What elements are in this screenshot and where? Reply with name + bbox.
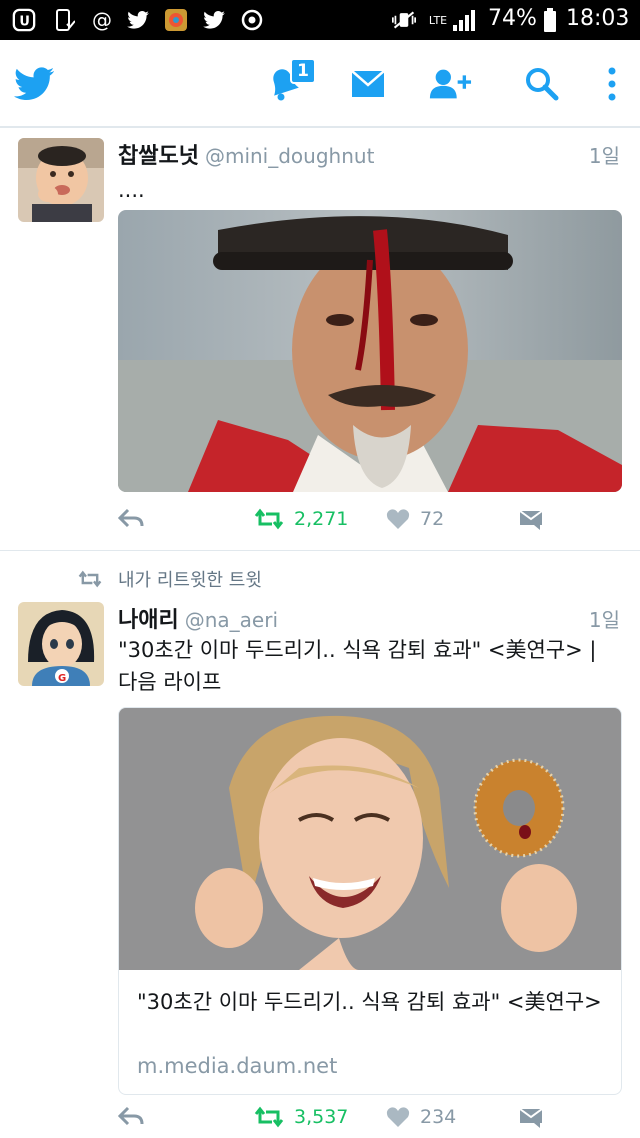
tweet-text: "30초간 이마 두드리기.. 식욕 감퇴 효과" <美연구> | 다음 라이프 xyxy=(118,638,597,694)
retweet-count: 3,537 xyxy=(294,1106,349,1128)
clock: 18:03 xyxy=(566,6,630,31)
app-colorful-icon xyxy=(164,8,188,32)
add-user-icon[interactable] xyxy=(428,62,472,106)
search-icon[interactable] xyxy=(520,62,564,106)
direct-message-icon[interactable] xyxy=(518,508,544,530)
tweet-2[interactable]: 내가 리트윗한 트윗 G 나애리 @na_aeri 1일 "30초간 이마 두드리… xyxy=(0,552,640,1138)
phone-notification-icon xyxy=(52,8,76,32)
like-count: 234 xyxy=(420,1106,457,1128)
twitter-notify-icon-2 xyxy=(202,8,226,32)
at-icon: @ xyxy=(92,8,112,32)
card-title: "30초간 이마 두드리기.. 식욕 감퇴 효과" <美연구> xyxy=(137,990,602,1014)
tweet-media-image[interactable] xyxy=(118,210,622,492)
twitter-notify-icon xyxy=(126,8,150,32)
notification-badge: 1 xyxy=(290,58,316,84)
tweet-1[interactable]: 찹쌀도넛 @mini_doughnut 1일 .... 2,271 72 xyxy=(0,130,640,550)
heart-icon xyxy=(386,1107,410,1127)
messages-envelope-icon[interactable] xyxy=(346,62,390,106)
like-button[interactable]: 234 xyxy=(386,1106,456,1128)
like-button[interactable]: 72 xyxy=(386,508,444,530)
tweet-time: 1일 xyxy=(588,608,620,632)
tweet-divider xyxy=(0,550,640,551)
uplus-icon: U xyxy=(12,8,36,32)
svg-text:U: U xyxy=(19,15,29,30)
card-url: m.media.daum.net xyxy=(137,1054,338,1078)
retweet-icon xyxy=(254,508,284,530)
card-image xyxy=(119,708,621,970)
app-bar: 1 xyxy=(0,40,640,128)
heart-icon xyxy=(386,509,410,529)
tweet-author[interactable]: 찹쌀도넛 @mini_doughnut xyxy=(118,138,374,170)
retweet-small-icon xyxy=(78,570,102,588)
avatar[interactable]: G xyxy=(18,602,104,686)
svg-text:G: G xyxy=(58,673,66,684)
avatar[interactable] xyxy=(18,138,104,222)
link-card[interactable]: "30초간 이마 두드리기.. 식욕 감퇴 효과" <美연구> m.media.… xyxy=(118,707,622,1095)
battery-percent: 74% xyxy=(488,6,537,31)
display-name[interactable]: 나애리 xyxy=(118,608,179,633)
tweet-author[interactable]: 나애리 @na_aeri xyxy=(118,602,278,634)
handle[interactable]: @na_aeri xyxy=(185,608,278,632)
tweet-text: .... xyxy=(118,178,145,202)
retweet-icon xyxy=(254,1106,284,1128)
sync-icon xyxy=(240,8,264,32)
tweet-actions: 2,271 72 xyxy=(0,502,640,542)
signal-icon xyxy=(452,8,476,32)
lte-icon: LTE xyxy=(428,13,448,27)
display-name[interactable]: 찹쌀도넛 xyxy=(118,144,199,169)
handle[interactable]: @mini_doughnut xyxy=(205,144,374,168)
card-body: "30초간 이마 두드리기.. 식욕 감퇴 효과" <美연구> m.media.… xyxy=(119,970,621,1094)
twitter-logo-icon[interactable] xyxy=(12,62,56,106)
retweet-count: 2,271 xyxy=(294,508,349,530)
retweet-context-label: 내가 리트윗한 트윗 xyxy=(118,570,262,591)
tweet-time: 1일 xyxy=(588,144,620,168)
retweet-button[interactable]: 3,537 xyxy=(254,1106,348,1128)
retweet-button[interactable]: 2,271 xyxy=(254,508,348,530)
reply-icon[interactable] xyxy=(118,508,144,528)
direct-message-icon[interactable] xyxy=(518,1106,544,1128)
like-count: 72 xyxy=(420,508,445,530)
overflow-menu-icon[interactable] xyxy=(592,62,632,106)
reply-icon[interactable] xyxy=(118,1106,144,1126)
retweet-context: 내가 리트윗한 트윗 xyxy=(78,566,262,592)
tweet-actions: 3,537 234 xyxy=(0,1100,640,1138)
status-bar: U @ LTE 74% 18:03 xyxy=(0,0,640,40)
vibrate-mute-icon xyxy=(392,8,416,32)
battery-icon xyxy=(538,8,562,32)
